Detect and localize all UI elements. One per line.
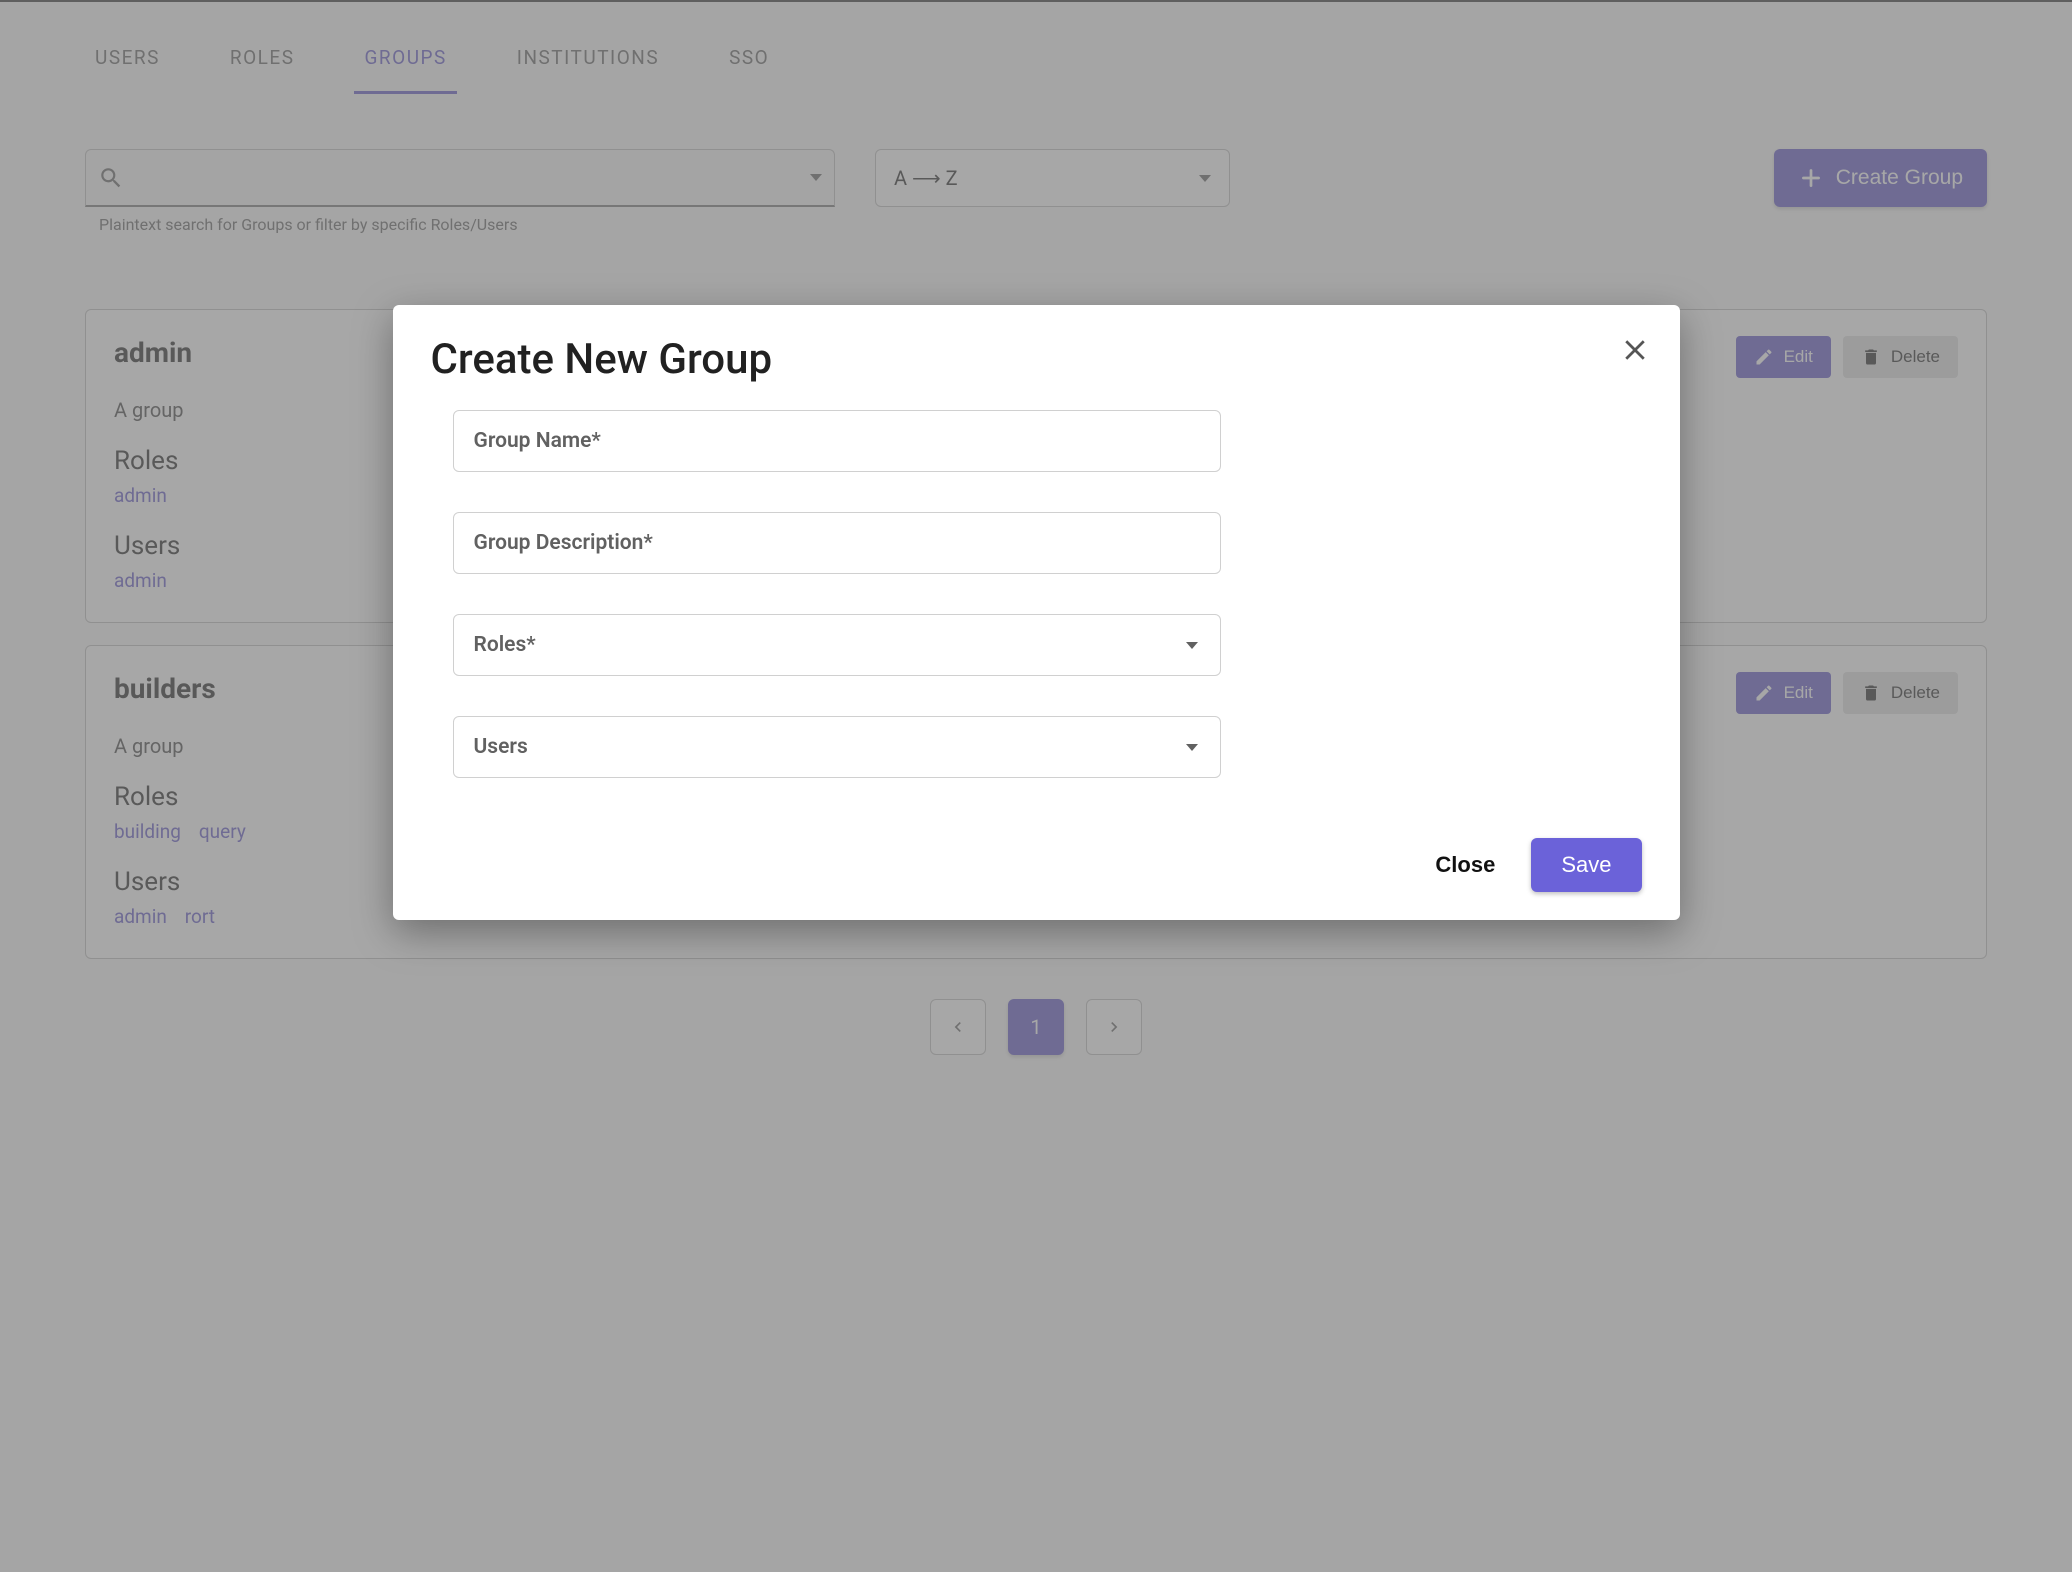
modal-overlay[interactable]: Create New Group Group Name* Group Descr… — [0, 0, 2072, 1572]
modal-title: Create New Group — [431, 335, 1642, 384]
users-label: Users — [474, 735, 528, 759]
users-select[interactable]: Users — [453, 716, 1221, 778]
modal-close-button[interactable]: Close — [1427, 842, 1503, 888]
chevron-down-icon — [1186, 642, 1198, 649]
group-name-field[interactable]: Group Name* — [453, 410, 1221, 472]
group-description-field[interactable]: Group Description* — [453, 512, 1221, 574]
close-button[interactable] — [1620, 335, 1650, 365]
save-button[interactable]: Save — [1531, 838, 1641, 892]
chevron-down-icon — [1186, 744, 1198, 751]
group-name-label: Group Name* — [474, 429, 601, 453]
close-icon — [1620, 335, 1650, 365]
roles-select[interactable]: Roles* — [453, 614, 1221, 676]
group-description-label: Group Description* — [474, 531, 653, 555]
create-group-modal: Create New Group Group Name* Group Descr… — [393, 305, 1680, 920]
roles-label: Roles* — [474, 633, 536, 657]
